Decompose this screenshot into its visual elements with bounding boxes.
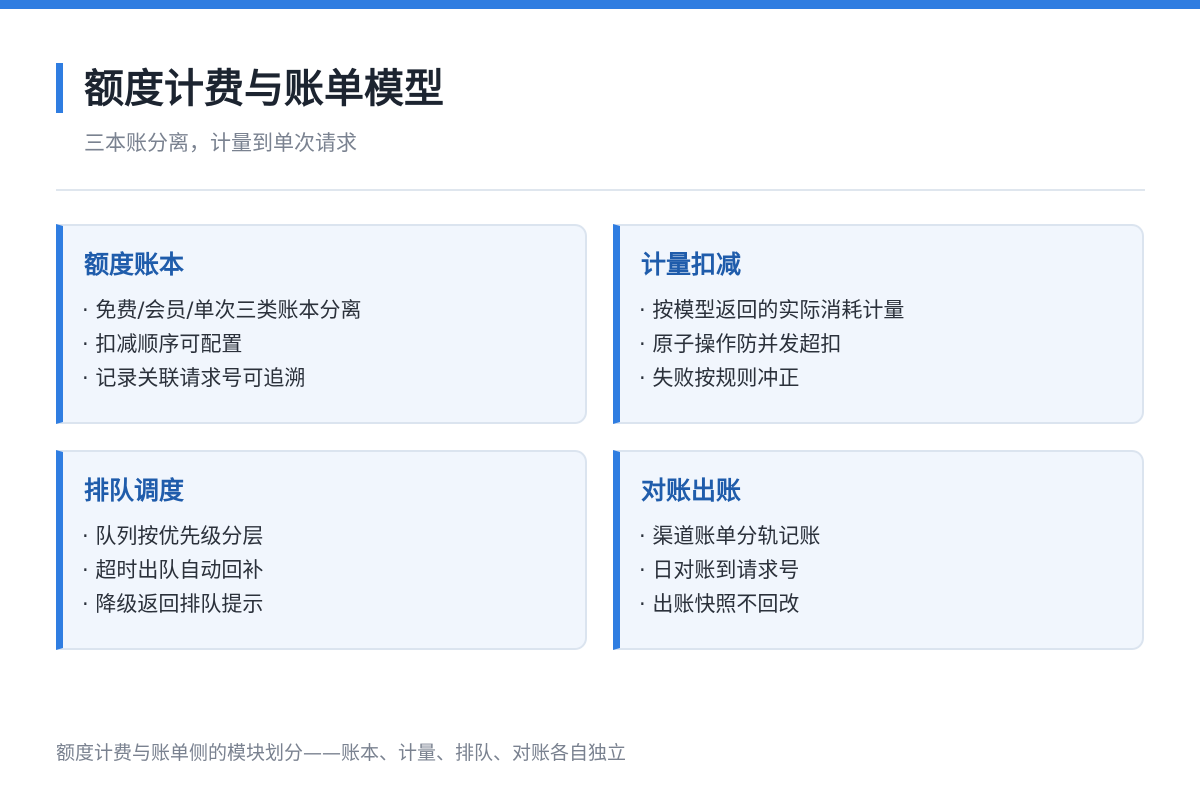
page-subtitle: 三本账分离，计量到单次请求 xyxy=(84,131,357,155)
list-item: · 免费/会员/单次三类账本分离 xyxy=(82,298,362,322)
list-item: · 日对账到请求号 xyxy=(639,558,800,582)
list-item: · 渠道账单分轨记账 xyxy=(639,524,821,548)
list-item: · 按模型返回的实际消耗计量 xyxy=(639,298,905,322)
card-reconciliation-billing: 对账出账 · 渠道账单分轨记账 · 日对账到请求号 · 出账快照不回改 xyxy=(613,450,1144,650)
header-divider xyxy=(56,189,1145,191)
list-item: · 记录关联请求号可追溯 xyxy=(82,366,306,390)
list-item: · 失败按规则冲正 xyxy=(639,366,800,390)
top-accent-bar xyxy=(0,0,1200,9)
footer-note: 额度计费与账单侧的模块划分——账本、计量、排队、对账各自独立 xyxy=(56,742,627,764)
list-item: · 降级返回排队提示 xyxy=(82,592,264,616)
title-accent-bar xyxy=(56,63,63,113)
card-title: 对账出账 xyxy=(641,476,742,505)
card-metering-deduction: 计量扣减 · 按模型返回的实际消耗计量 · 原子操作防并发超扣 · 失败按规则冲… xyxy=(613,224,1144,424)
card-title: 计量扣减 xyxy=(641,250,742,279)
card-title: 额度账本 xyxy=(84,250,185,279)
list-item: · 出账快照不回改 xyxy=(639,592,800,616)
card-queue-scheduling: 排队调度 · 队列按优先级分层 · 超时出队自动回补 · 降级返回排队提示 xyxy=(56,450,587,650)
list-item: · 原子操作防并发超扣 xyxy=(639,332,842,356)
card-bullet-list: · 渠道账单分轨记账 · 日对账到请求号 · 出账快照不回改 xyxy=(639,519,820,621)
card-bullet-list: · 队列按优先级分层 · 超时出队自动回补 · 降级返回排队提示 xyxy=(82,519,263,621)
list-item: · 队列按优先级分层 xyxy=(82,524,264,548)
card-bullet-list: · 免费/会员/单次三类账本分离 · 扣减顺序可配置 · 记录关联请求号可追溯 xyxy=(82,293,362,395)
list-item: · 超时出队自动回补 xyxy=(82,558,264,582)
card-bullet-list: · 按模型返回的实际消耗计量 · 原子操作防并发超扣 · 失败按规则冲正 xyxy=(639,293,904,395)
page-title: 额度计费与账单模型 xyxy=(84,66,444,112)
card-title: 排队调度 xyxy=(84,476,185,505)
list-item: · 扣减顺序可配置 xyxy=(82,332,243,356)
card-quota-ledger: 额度账本 · 免费/会员/单次三类账本分离 · 扣减顺序可配置 · 记录关联请求… xyxy=(56,224,587,424)
